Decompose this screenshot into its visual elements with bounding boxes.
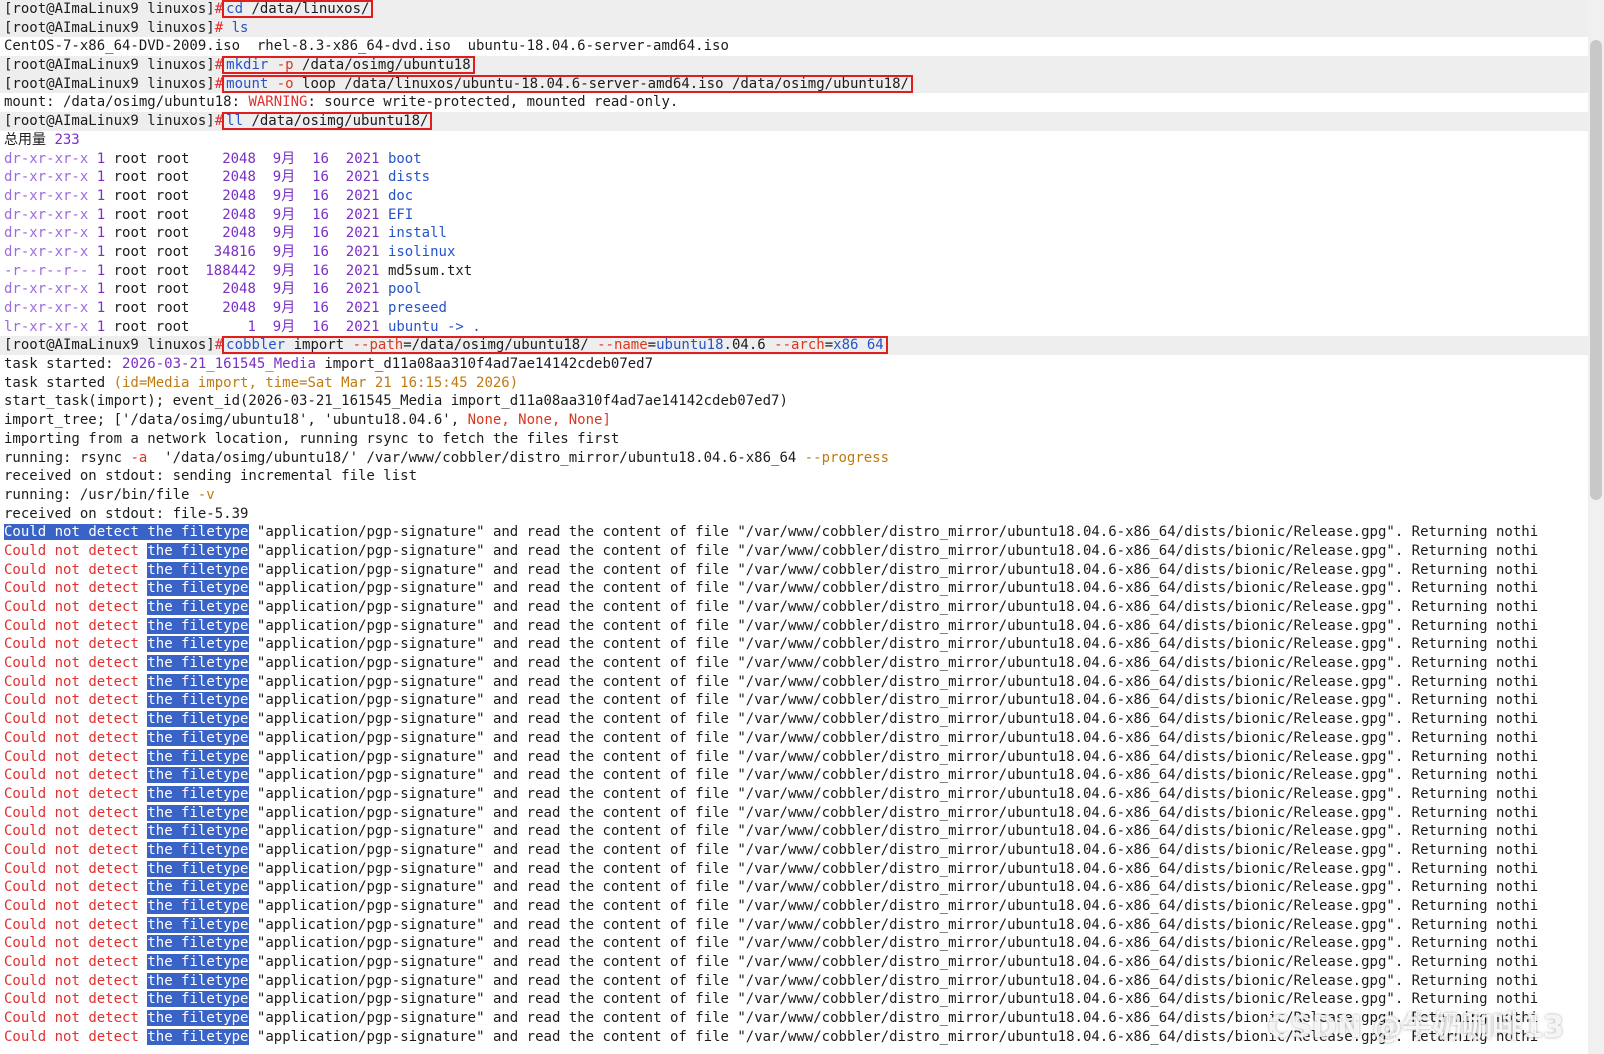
directory-listing: dr-xr-xr-x 1 root root 2048 9月 16 2021 b… (0, 150, 1588, 337)
terminal-line: [root@AImaLinux9 linuxos]# mount -o loop … (0, 74, 1588, 94)
command-highlight-box: cd /data/linuxos/ (222, 0, 374, 18)
listing-row: -r--r--r-- 1 root root 188442 9月 16 2021… (4, 262, 473, 279)
error-line: Could not detect the filetype "applicati… (4, 524, 1539, 541)
listing-row: lr-xr-xr-x 1 root root 1 9月 16 2021 ubun… (4, 318, 481, 335)
error-lines: Could not detect the filetype "applicati… (0, 523, 1588, 1046)
error-line: Could not detect the filetype "applicati… (4, 636, 1539, 653)
error-line: Could not detect the filetype "applicati… (4, 617, 1539, 634)
prompt: [root@AImaLinux9 linuxos] (4, 75, 215, 92)
listing-row: dr-xr-xr-x 1 root root 2048 9月 16 2021 p… (4, 300, 447, 316)
command-highlight-box: ll /data/osimg/ubuntu18/ (222, 112, 433, 131)
error-line: Could not detect the filetype "applicati… (4, 860, 1539, 877)
error-line: Could not detect the filetype "applicati… (4, 655, 1539, 672)
error-line: Could not detect the filetype "applicati… (4, 916, 1539, 933)
error-line: Could not detect the filetype "applicati… (4, 767, 1539, 784)
listing-row: dr-xr-xr-x 1 root root 2048 9月 16 2021 d… (4, 187, 414, 204)
ls-output: CentOS-7-x86_64-DVD-2009.iso rhel-8.3-x8… (4, 38, 729, 55)
prompt: [root@AImaLinux9 linuxos] (4, 57, 215, 74)
error-line: Could not detect the filetype "applicati… (4, 580, 1539, 597)
prompt: [root@AImaLinux9 linuxos] (4, 113, 215, 130)
vertical-scrollbar[interactable] (1588, 0, 1604, 1054)
terminal-window[interactable]: [root@AImaLinux9 linuxos]# cd /data/linux… (0, 0, 1588, 1054)
error-line: Could not detect the filetype "applicati… (4, 954, 1539, 971)
terminal-line: [root@AImaLinux9 linuxos]# ll /data/osimg… (0, 112, 1588, 131)
error-line: Could not detect the filetype "applicati… (4, 599, 1539, 615)
command-highlight-box: mount -o loop /data/linuxos/ubuntu-18.04… (222, 74, 913, 93)
listing-row: dr-xr-xr-x 1 root root 34816 9月 16 2021 … (4, 243, 456, 260)
log-line: importing from a network location, runni… (4, 430, 620, 447)
log-line: task started: 2026-03-21_161545_Media im… (4, 356, 654, 373)
error-line: Could not detect the filetype "applicati… (4, 898, 1539, 914)
log-line: running: rsync -a '/data/osimg/ubuntu18/… (4, 449, 890, 466)
listing-row: dr-xr-xr-x 1 root root 2048 9月 16 2021 p… (4, 281, 422, 298)
prompt: [root@AImaLinux9 linuxos] (4, 1, 215, 17)
listing-row: dr-xr-xr-x 1 root root 2048 9月 16 2021 d… (4, 169, 431, 186)
error-line: Could not detect the filetype "applicati… (4, 561, 1539, 578)
error-line: Could not detect the filetype "applicati… (4, 935, 1539, 952)
error-line: Could not detect the filetype "applicati… (4, 804, 1539, 821)
listing-row: dr-xr-xr-x 1 root root 2048 9月 16 2021 b… (4, 150, 422, 167)
error-line: Could not detect the filetype "applicati… (4, 673, 1539, 690)
terminal-line: [root@AImaLinux9 linuxos]# cobbler import… (0, 336, 1588, 356)
error-line: Could not detect the filetype "applicati… (4, 729, 1539, 746)
prompt: [root@AImaLinux9 linuxos] (4, 19, 215, 36)
command-highlight-box: mkdir -p /data/osimg/ubuntu18 (222, 56, 475, 75)
terminal-line: [root@AImaLinux9 linuxos]# cd /data/linux… (0, 0, 1588, 19)
log-line: received on stdout: file-5.39 (4, 505, 249, 522)
error-line: Could not detect the filetype "applicati… (4, 711, 1539, 728)
terminal-line: [root@AImaLinux9 linuxos]# mkdir -p /data… (0, 56, 1588, 75)
command-highlight-box: cobbler import --path=/data/osimg/ubuntu… (222, 336, 888, 355)
scrollbar-thumb[interactable] (1590, 40, 1602, 500)
terminal-line: [root@AImaLinux9 linuxos]# ls (0, 18, 1588, 38)
error-line: Could not detect the filetype "applicati… (4, 823, 1539, 840)
error-line: Could not detect the filetype "applicati… (4, 972, 1539, 989)
log-line: start_task(import); event_id(2026-03-21_… (4, 393, 788, 410)
log-line: received on stdout: sending incremental … (4, 468, 418, 485)
error-line: Could not detect the filetype "applicati… (4, 748, 1539, 765)
listing-row: dr-xr-xr-x 1 root root 2048 9月 16 2021 E… (4, 206, 414, 223)
total-line: 总用量 233 (4, 131, 80, 148)
error-line: Could not detect the filetype "applicati… (4, 692, 1539, 709)
prompt: [root@AImaLinux9 linuxos] (4, 337, 215, 354)
watermark: CSDN @牛奶咖啡13 (1267, 1010, 1564, 1045)
listing-row: dr-xr-xr-x 1 root root 2048 9月 16 2021 i… (4, 225, 447, 242)
error-line: Could not detect the filetype "applicati… (4, 785, 1539, 802)
error-line: Could not detect the filetype "applicati… (4, 841, 1539, 858)
error-line: Could not detect the filetype "applicati… (4, 879, 1539, 896)
error-line: Could not detect the filetype "applicati… (4, 542, 1539, 559)
log-line: import_tree; ['/data/osimg/ubuntu18', 'u… (4, 412, 611, 429)
log-line: task started (id=Media import, time=Sat … (4, 374, 519, 391)
log-line: running: /usr/bin/file -v (4, 486, 215, 503)
mount-output: mount: /data/osimg/ubuntu18: WARNING: so… (4, 94, 679, 111)
